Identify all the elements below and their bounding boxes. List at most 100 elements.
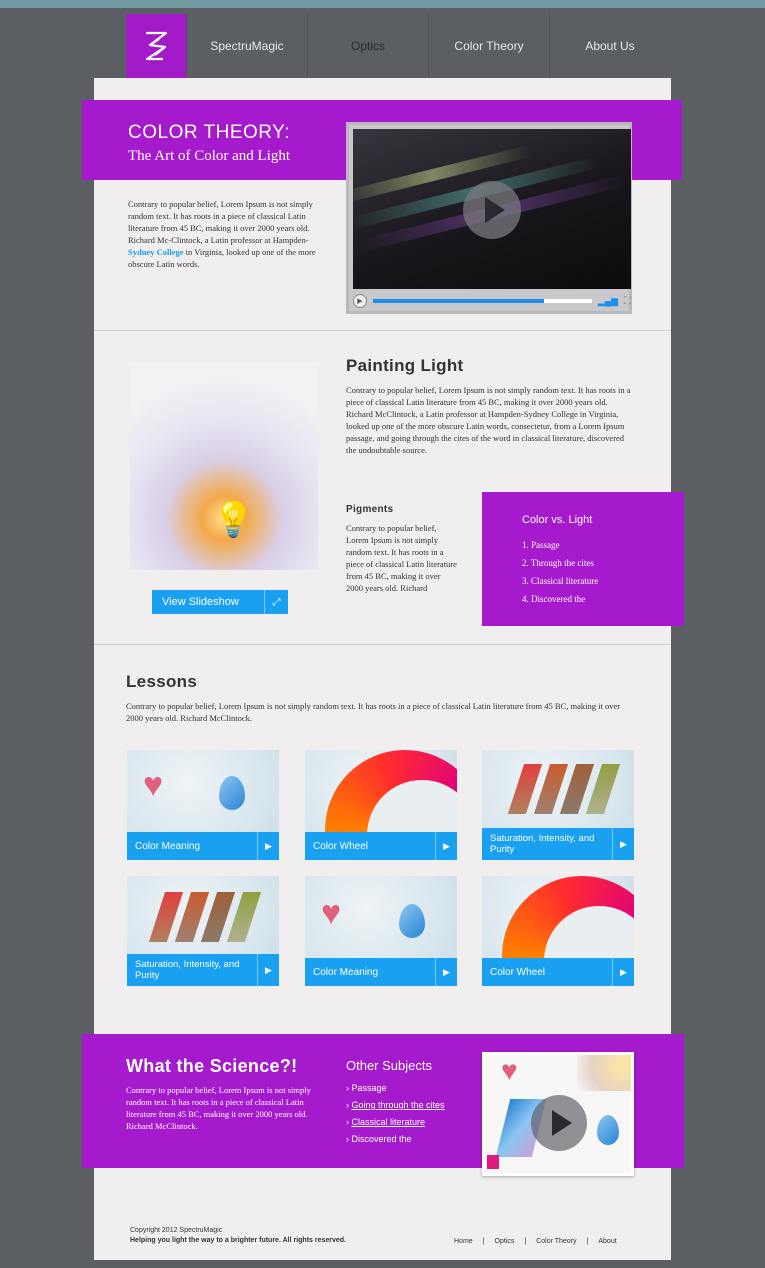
- card-label-bar: Color Meaning ▶: [305, 958, 457, 986]
- list-item[interactable]: 3. Classical literature: [522, 572, 598, 590]
- arrow-right-icon: ▶: [257, 832, 279, 860]
- color-vs-light-title: Color vs. Light: [522, 514, 593, 526]
- list-item[interactable]: › Passage: [346, 1080, 445, 1097]
- card-art: [482, 876, 634, 986]
- card-art: [482, 750, 634, 832]
- lesson-card-color-wheel[interactable]: Color Wheel ▶: [482, 876, 634, 986]
- footer-link-about[interactable]: About: [598, 1238, 616, 1245]
- color-vs-light-box: Color vs. Light 1. Passage 2. Through th…: [482, 492, 684, 626]
- fullscreen-icon[interactable]: ⛶: [624, 296, 631, 307]
- volume-icon[interactable]: ▂▄▆: [598, 296, 618, 307]
- lesson-card-color-meaning[interactable]: ♥ Color Meaning ▶: [127, 750, 279, 860]
- hero-link[interactable]: Sydney College: [128, 247, 184, 257]
- pigments-paragraph: Contrary to popular belief, Lorem Ipsum …: [346, 523, 457, 593]
- arrow-right-icon: ▶: [612, 958, 634, 986]
- other-subjects-list: › Passage › Going through the cites › Cl…: [346, 1080, 445, 1148]
- list-item-label[interactable]: Classical literature: [352, 1117, 426, 1127]
- lessons-paragraph: Contrary to popular belief, Lorem Ipsum …: [126, 701, 621, 723]
- pigments-title: Pigments: [346, 504, 394, 515]
- top-strip: [0, 0, 765, 8]
- card-label: Color Meaning: [313, 966, 379, 978]
- slideshow-label: View Slideshow: [162, 596, 239, 608]
- card-label: Color Meaning: [135, 840, 201, 852]
- lesson-card-color-wheel[interactable]: Color Wheel ▶: [305, 750, 457, 860]
- progress-track[interactable]: [373, 299, 592, 303]
- hero-subtitle: The Art of Color and Light: [128, 148, 291, 164]
- card-art: ♥: [305, 876, 457, 958]
- footer-link-color-theory[interactable]: Color Theory: [536, 1238, 576, 1245]
- list-item-label: Passage: [351, 1083, 387, 1093]
- list-item[interactable]: 1. Passage: [522, 536, 598, 554]
- nav-label: Color Theory: [454, 39, 524, 53]
- play-button[interactable]: [463, 181, 521, 239]
- card-label-bar: Color Meaning ▶: [127, 832, 279, 860]
- arrow-right-icon: ▶: [435, 832, 457, 860]
- arrow-right-icon: ▶: [257, 954, 279, 986]
- science-title: What the Science?!: [126, 1056, 298, 1076]
- lesson-card-saturation[interactable]: Saturation, Intensity, and Purity ▶: [127, 876, 279, 986]
- nav-label: SpectruMagic: [210, 39, 284, 53]
- nav-label: Optics: [350, 39, 385, 53]
- footer-separator: |: [586, 1238, 589, 1245]
- section-divider: [94, 330, 671, 331]
- nav-item-color-theory[interactable]: Color Theory: [428, 14, 549, 78]
- progress-fill: [373, 299, 544, 303]
- lesson-card-saturation[interactable]: Saturation, Intensity, and Purity ▶: [482, 750, 634, 860]
- play-icon: [552, 1110, 572, 1136]
- card-label-bar: Saturation, Intensity, and Purity ▶: [127, 954, 279, 986]
- heart-icon: ♥: [501, 1055, 518, 1086]
- copyright-text: Copyright 2012 SpectruMagic: [130, 1227, 223, 1234]
- logo-icon: [145, 31, 168, 61]
- drop-icon: [597, 1115, 619, 1145]
- play-icon: [485, 197, 505, 223]
- card-label-bar: Color Wheel ▶: [482, 958, 634, 986]
- card-label: Color Wheel: [490, 966, 546, 978]
- lesson-card-color-meaning[interactable]: ♥ Color Meaning ▶: [305, 876, 457, 986]
- footer-nav: Home | Optics | Color Theory | About: [454, 1238, 617, 1245]
- main-nav: SpectruMagic Optics Color Theory About U…: [126, 14, 670, 78]
- card-label: Saturation, Intensity, and Purity: [135, 959, 240, 981]
- tagline-text: Helping you light the way to a brighter …: [130, 1237, 346, 1244]
- nav-item-about-us[interactable]: About Us: [549, 14, 670, 78]
- hero-title: COLOR THEORY:: [128, 122, 291, 143]
- list-item[interactable]: › Discovered the: [346, 1131, 445, 1148]
- list-item-label[interactable]: Going through the cites: [352, 1100, 445, 1110]
- science-paragraph: Contrary to popular belief, Lorem Ipsum …: [126, 1085, 311, 1131]
- painting-paragraph: Contrary to popular belief, Lorem Ipsum …: [346, 385, 631, 455]
- heart-icon: ♥: [321, 894, 342, 932]
- expand-icon: ⤢: [264, 590, 288, 614]
- painting-light-title: Painting Light: [346, 356, 464, 375]
- science-video-thumbnail[interactable]: ♥: [482, 1052, 634, 1176]
- logo[interactable]: [126, 14, 186, 78]
- list-item[interactable]: 4. Discovered the: [522, 590, 598, 608]
- lightbulb-icon: 💡: [212, 501, 255, 539]
- drop-icon: [399, 904, 425, 938]
- footer-link-optics[interactable]: Optics: [495, 1238, 515, 1245]
- arrow-right-icon: ▶: [612, 828, 634, 860]
- footer-link-home[interactable]: Home: [454, 1238, 473, 1245]
- thumb-swatch: [487, 1155, 499, 1169]
- card-art: ♥: [127, 750, 279, 832]
- video-controls: ▶ ▂▄▆ ⛶: [353, 292, 631, 310]
- play-button[interactable]: [531, 1095, 587, 1151]
- video-screen[interactable]: [353, 129, 631, 289]
- heart-icon: ♥: [143, 766, 164, 804]
- video-player[interactable]: ▶ ▂▄▆ ⛶: [346, 122, 632, 314]
- nav-item-home[interactable]: SpectruMagic: [186, 14, 307, 78]
- arrow-right-icon: ▶: [435, 958, 457, 986]
- section-divider: [94, 644, 671, 645]
- card-art: [305, 750, 457, 860]
- thumb-glow: [577, 1055, 631, 1091]
- footer-separator: |: [482, 1238, 485, 1245]
- lessons-title: Lessons: [126, 672, 198, 691]
- hero-paragraph: Contrary to popular belief, Lorem Ipsum …: [128, 198, 322, 270]
- play-small-icon[interactable]: ▶: [353, 294, 367, 308]
- list-item[interactable]: 2. Through the cites: [522, 554, 598, 572]
- view-slideshow-button[interactable]: View Slideshow ⤢: [152, 590, 288, 614]
- list-item-label: Discovered the: [351, 1134, 412, 1144]
- card-label-bar: Color Wheel ▶: [305, 832, 457, 860]
- nav-item-optics[interactable]: Optics: [307, 14, 428, 78]
- nav-label: About Us: [585, 39, 635, 53]
- list-item[interactable]: › Classical literature: [346, 1114, 445, 1131]
- list-item[interactable]: › Going through the cites: [346, 1097, 445, 1114]
